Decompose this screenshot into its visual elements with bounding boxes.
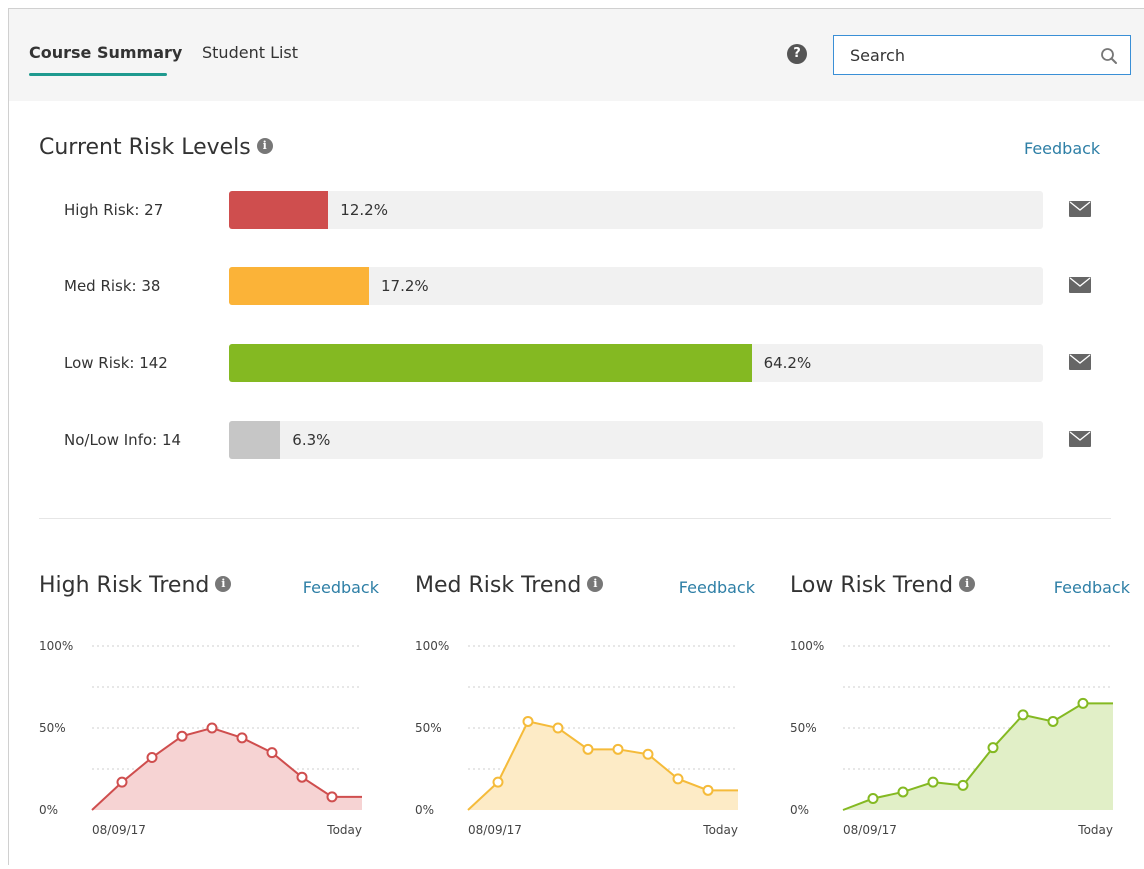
search-box[interactable] — [833, 35, 1131, 75]
low-risk-trend: Low Risk Trend i Feedback 100% 50% 0% 08/09/… — [790, 569, 1130, 869]
data-point — [236, 732, 248, 744]
trend-feedback-link[interactable]: Feedback — [1054, 578, 1130, 597]
data-point — [702, 784, 714, 796]
data-point — [867, 793, 879, 805]
help-icon[interactable]: ? — [787, 44, 807, 64]
risk-percent: 64.2% — [763, 354, 812, 372]
risk-bar-fill — [229, 344, 752, 382]
info-icon[interactable]: i — [959, 576, 976, 592]
data-point — [1017, 709, 1029, 721]
risk-levels-title-text: Current Risk Levels — [39, 135, 251, 160]
trend-area — [468, 721, 738, 810]
risk-bar-track: 6.3% — [229, 421, 1043, 459]
x-tick-label: 08/09/17 — [468, 823, 522, 837]
y-tick-label: 0% — [790, 803, 809, 817]
risk-levels-title: Current Risk Levels i — [39, 135, 273, 160]
y-tick-label: 100% — [790, 639, 824, 653]
info-icon[interactable]: i — [215, 576, 232, 592]
data-point — [522, 715, 534, 727]
risk-bar-fill — [229, 421, 281, 459]
y-tick-label: 0% — [415, 803, 434, 817]
data-point — [672, 773, 684, 785]
trend-chart: 100% 50% 0% 08/09/17 Today — [39, 639, 362, 837]
risk-label: Low Risk: 142 — [64, 354, 168, 372]
risk-label: No/Low Info: 14 — [64, 431, 182, 449]
x-tick-label: Today — [326, 823, 362, 837]
data-point — [927, 776, 939, 788]
data-point — [206, 722, 218, 734]
trend-title-text: Med Risk Trend — [415, 573, 582, 598]
x-tick-label: Today — [1077, 823, 1113, 837]
risk-row-high: High Risk: 27 12.2% — [9, 191, 1144, 231]
search-input[interactable] — [834, 36, 1084, 74]
risk-percent: 17.2% — [381, 277, 429, 295]
y-tick-label: 100% — [39, 639, 73, 653]
email-icon[interactable] — [1069, 354, 1091, 370]
y-tick-label: 50% — [39, 721, 66, 735]
med-risk-trend: Med Risk Trend i Feedback 100% 50% 0% 08/09/… — [415, 569, 755, 869]
risk-levels-feedback-link[interactable]: Feedback — [1024, 139, 1100, 158]
risk-bar-track: 17.2% — [229, 267, 1043, 305]
risk-percent: 6.3% — [292, 431, 331, 449]
tab-course-summary[interactable]: Course Summary — [29, 43, 182, 62]
trend-feedback-link[interactable]: Feedback — [303, 578, 379, 597]
data-point — [897, 786, 909, 798]
data-point — [146, 752, 158, 764]
email-icon[interactable] — [1069, 431, 1091, 447]
data-point — [1077, 697, 1089, 709]
active-tab-indicator — [29, 73, 167, 76]
data-point — [957, 779, 969, 791]
y-tick-label: 50% — [415, 721, 442, 735]
info-icon[interactable]: i — [256, 138, 273, 154]
data-point — [296, 771, 308, 783]
data-point — [116, 776, 128, 788]
x-tick-label: Today — [702, 823, 738, 837]
data-point — [582, 743, 594, 755]
y-tick-label: 0% — [39, 803, 58, 817]
risk-label: Med Risk: 38 — [64, 277, 161, 295]
trend-title-text: High Risk Trend — [39, 573, 210, 598]
email-icon[interactable] — [1069, 277, 1091, 293]
app-frame: Course Summary Student List ? Current Ri… — [8, 8, 1144, 865]
top-navigation: Course Summary Student List ? — [9, 9, 1144, 101]
data-point — [612, 743, 624, 755]
data-point — [1047, 715, 1059, 727]
risk-row-low: Low Risk: 142 64.2% — [9, 344, 1144, 384]
x-tick-label: 08/09/17 — [843, 823, 897, 837]
risk-bar-track: 64.2% — [229, 344, 1043, 382]
section-divider — [39, 518, 1111, 519]
trend-chart: 100% 50% 0% 08/09/17 Today — [415, 639, 738, 837]
email-icon[interactable] — [1069, 201, 1091, 217]
risk-bar-track: 12.2% — [229, 191, 1043, 229]
data-point — [642, 748, 654, 760]
risk-label: High Risk: 27 — [64, 201, 164, 219]
trend-area — [843, 703, 1113, 810]
data-point — [552, 722, 564, 734]
data-point — [492, 776, 504, 788]
risk-bar-fill — [229, 267, 369, 305]
data-point — [176, 730, 188, 742]
high-risk-trend: High Risk Trend i Feedback 100% 50% 0% 08/09… — [39, 569, 379, 869]
info-icon[interactable]: i — [587, 576, 604, 592]
trend-title: High Risk Trend i — [39, 573, 232, 598]
trend-title-text: Low Risk Trend — [790, 573, 954, 598]
tab-student-list[interactable]: Student List — [202, 43, 298, 62]
x-tick-label: 08/09/17 — [92, 823, 146, 837]
data-point — [266, 747, 278, 759]
trend-title: Low Risk Trend i — [790, 573, 976, 598]
data-point — [326, 791, 338, 803]
y-tick-label: 100% — [415, 639, 449, 653]
risk-row-med: Med Risk: 38 17.2% — [9, 267, 1144, 307]
risk-percent: 12.2% — [340, 201, 388, 219]
trend-chart: 100% 50% 0% 08/09/17 Today — [790, 639, 1113, 837]
risk-bar-fill — [229, 191, 329, 229]
trend-feedback-link[interactable]: Feedback — [679, 578, 755, 597]
search-icon[interactable] — [1100, 47, 1118, 65]
risk-row-no-info: No/Low Info: 14 6.3% — [9, 421, 1144, 461]
trend-title: Med Risk Trend i — [415, 573, 604, 598]
data-point — [987, 742, 999, 754]
y-tick-label: 50% — [790, 721, 817, 735]
